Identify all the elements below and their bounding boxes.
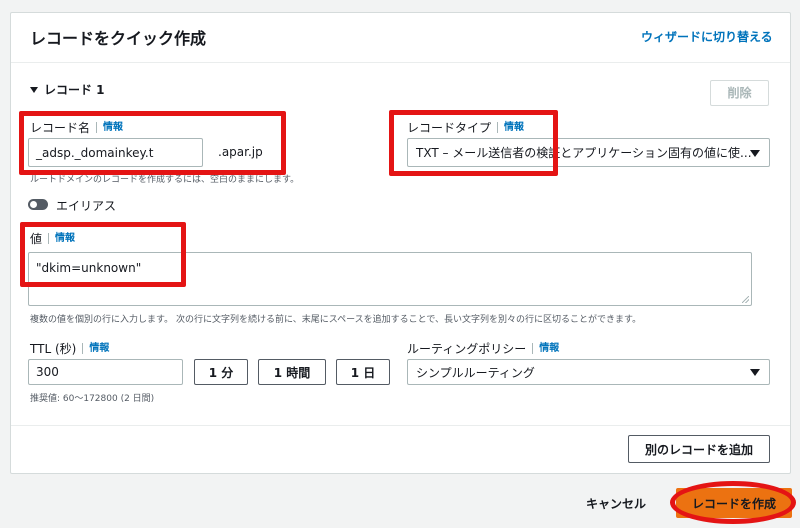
routing-policy-select[interactable]: シンプルルーティング — [407, 359, 770, 385]
record-type-value: TXT – メール送信者の検証とアプリケーション固有の値に使... — [416, 146, 752, 160]
highlight-create-button — [670, 481, 796, 524]
record-name-label: レコード名 — [30, 121, 91, 135]
record-type-info-link[interactable]: 情報 — [497, 122, 524, 133]
footer-divider — [11, 425, 790, 426]
ttl-value: 300 — [36, 365, 59, 379]
expand-caret-icon — [30, 86, 38, 93]
switch-to-wizard-link[interactable]: ウィザードに切り替える — [641, 28, 773, 45]
page-title: レコードをクイック作成 — [30, 29, 207, 48]
value-label: 値 — [30, 232, 43, 246]
ttl-1-day-button[interactable]: 1 日 — [336, 359, 390, 385]
record-section-title: レコード 1 — [44, 83, 105, 97]
ttl-label-row: TTL (秒) 情報 — [30, 340, 109, 357]
domain-suffix: .apar.jp — [218, 145, 263, 159]
routing-policy-label: ルーティングポリシー — [407, 342, 527, 356]
ttl-input[interactable]: 300 — [28, 359, 183, 385]
routing-policy-info-link[interactable]: 情報 — [532, 343, 559, 354]
add-another-record-button[interactable]: 別のレコードを追加 — [628, 435, 770, 463]
ttl-1-hour-button[interactable]: 1 時間 — [258, 359, 326, 385]
ttl-info-link[interactable]: 情報 — [82, 343, 109, 354]
value-hint: 複数の値を個別の行に入力します。 次の行に文字列を続ける前に、末尾にスペースを追… — [30, 315, 642, 325]
record-section-header[interactable]: レコード 1 — [30, 81, 105, 98]
value-text: "dkim=unknown" — [36, 261, 142, 275]
value-info-link[interactable]: 情報 — [48, 233, 75, 244]
routing-policy-value: シンプルルーティング — [416, 365, 535, 380]
record-name-info-link[interactable]: 情報 — [96, 122, 123, 133]
ttl-1-minute-button[interactable]: 1 分 — [194, 359, 248, 385]
toggle-knob — [30, 201, 37, 208]
dropdown-caret-icon — [750, 149, 760, 157]
alias-toggle[interactable] — [28, 199, 48, 210]
ttl-label: TTL (秒) — [30, 342, 77, 356]
cancel-button[interactable]: キャンセル — [586, 495, 646, 512]
dropdown-caret-icon — [750, 369, 760, 376]
value-textarea[interactable]: "dkim=unknown" — [28, 252, 752, 306]
record-name-label-row: レコード名 情報 — [30, 119, 123, 136]
delete-record-button[interactable]: 削除 — [710, 80, 769, 106]
resize-grip-icon[interactable] — [742, 296, 749, 303]
record-name-value: _adsp._domainkey.t — [36, 145, 154, 160]
record-type-label-row: レコードタイプ 情報 — [407, 119, 524, 136]
record-name-hint: ルートドメインのレコードを作成するには、空白のままにします。 — [30, 175, 300, 185]
quick-create-panel — [10, 12, 791, 474]
value-label-row: 値 情報 — [30, 230, 75, 247]
record-name-input[interactable]: _adsp._domainkey.t — [28, 138, 203, 167]
routing-policy-label-row: ルーティングポリシー 情報 — [407, 340, 559, 357]
header-divider — [11, 62, 790, 63]
alias-label: エイリアス — [56, 199, 117, 213]
ttl-hint: 推奨値: 60～172800 (2 日間) — [30, 394, 155, 404]
record-type-select[interactable]: TXT – メール送信者の検証とアプリケーション固有の値に使... — [407, 138, 770, 167]
record-type-label: レコードタイプ — [407, 121, 492, 135]
